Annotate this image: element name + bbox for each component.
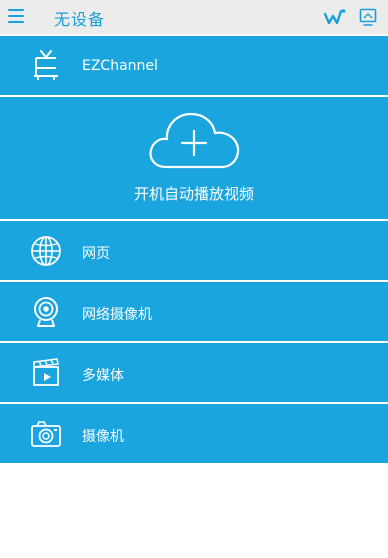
tv-icon [34,50,58,80]
list-item-camera[interactable]: 摄像机 [0,404,388,465]
list-item-label: 多媒体 [82,368,124,384]
app-screen: 无设备 EZChannel 开机自动播放视频 网页 网络摄像机 多媒体 摄像机 [0,0,388,558]
webcam-icon [34,297,58,327]
device-status-title: 无设备 [54,10,106,29]
list-item-label: 摄像机 [82,429,124,445]
globe-icon [31,236,61,266]
list-item-label: EZChannel [82,58,158,74]
signal-icon[interactable] [324,8,346,26]
list-item-autoplay[interactable]: 开机自动播放视频 [0,97,388,221]
list-item-label: 网络摄像机 [82,307,152,323]
camera-icon [31,421,61,447]
cloud-add-icon [149,112,240,169]
list-item-ezchannel[interactable]: EZChannel [0,36,388,97]
list-item-label: 网页 [82,246,110,262]
list-item-label: 开机自动播放视频 [133,185,254,203]
list-item-multimedia[interactable]: 多媒体 [0,343,388,404]
clapperboard-icon [33,358,59,386]
list-item-network-camera[interactable]: 网络摄像机 [0,282,388,343]
menu-icon[interactable] [8,9,24,23]
list-item-webpage[interactable]: 网页 [0,221,388,282]
screen-mirror-icon[interactable] [358,7,378,27]
top-bar: 无设备 [0,0,388,34]
feature-list: EZChannel 开机自动播放视频 网页 网络摄像机 多媒体 摄像机 [0,36,388,465]
